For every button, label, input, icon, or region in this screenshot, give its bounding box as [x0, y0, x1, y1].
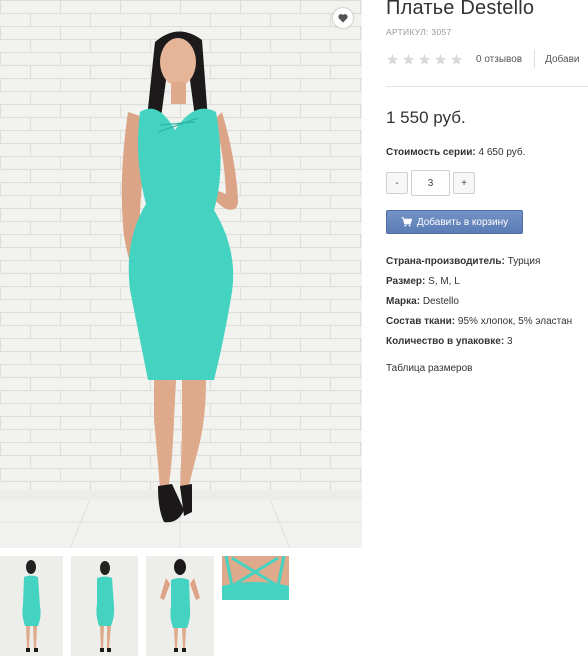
- spec-value: Турция: [507, 256, 541, 267]
- product-info: Платье Destello АРТИКУЛ: 3057 0 отзывов …: [386, 0, 588, 661]
- thumbnail-2[interactable]: [71, 556, 138, 656]
- series-price-label: Стоимость серии:: [386, 147, 476, 158]
- increase-quantity-button[interactable]: +: [453, 172, 475, 194]
- spec-value: 95% хлопок, 5% эластан: [457, 316, 573, 327]
- star-icon[interactable]: [402, 53, 415, 66]
- thumbnail-3[interactable]: [146, 556, 214, 656]
- spec-row-fabric: Состав ткани: 95% хлопок, 5% эластан: [386, 315, 572, 335]
- spec-row-pack-quantity: Количество в упаковке: 3: [386, 335, 572, 355]
- spec-value: S, M, L: [428, 276, 460, 287]
- product-main-image[interactable]: [0, 0, 362, 548]
- divider: [386, 86, 588, 87]
- star-icon[interactable]: [386, 53, 399, 66]
- rating-stars[interactable]: [386, 53, 463, 66]
- spec-label: Размер:: [386, 276, 426, 287]
- series-price-value: 4 650 руб.: [478, 147, 526, 158]
- star-icon[interactable]: [418, 53, 431, 66]
- star-icon[interactable]: [450, 53, 463, 66]
- thumbnail-4[interactable]: [222, 556, 289, 600]
- add-to-cart-button[interactable]: Добавить в корзину: [386, 210, 523, 234]
- product-specs: Страна-производитель: Турция Размер: S, …: [386, 255, 572, 355]
- favorite-button[interactable]: [333, 8, 353, 28]
- product-price: 1 550 руб.: [386, 108, 466, 127]
- decrease-quantity-button[interactable]: -: [386, 172, 408, 194]
- size-table-link[interactable]: Таблица размеров: [386, 363, 472, 374]
- spec-label: Состав ткани:: [386, 316, 456, 327]
- add-to-cart-label: Добавить в корзину: [416, 216, 509, 228]
- rating-row: 0 отзывов Добави: [386, 50, 588, 68]
- spec-label: Страна-производитель:: [386, 256, 505, 267]
- spec-row-brand: Марка: Destello: [386, 295, 572, 315]
- spec-value: 3: [506, 336, 513, 347]
- quantity-stepper: - +: [386, 170, 475, 196]
- heart-icon: [338, 14, 348, 23]
- cart-icon: [401, 217, 412, 227]
- spec-value: Destello: [422, 296, 459, 307]
- divider: [534, 50, 536, 68]
- series-price: Стоимость серии: 4 650 руб.: [386, 147, 525, 158]
- spec-label: Количество в упаковке:: [386, 336, 505, 347]
- spec-label: Марка:: [386, 296, 421, 307]
- product-sku: АРТИКУЛ: 3057: [386, 27, 452, 37]
- star-icon[interactable]: [434, 53, 447, 66]
- add-review-link[interactable]: Добави: [545, 54, 579, 65]
- reviews-link[interactable]: 0 отзывов: [476, 54, 522, 65]
- spec-row-country: Страна-производитель: Турция: [386, 255, 572, 275]
- quantity-input[interactable]: [411, 170, 450, 196]
- product-title: Платье Destello: [386, 0, 535, 19]
- spec-row-size: Размер: S, M, L: [386, 275, 572, 295]
- thumbnail-1[interactable]: [0, 556, 63, 656]
